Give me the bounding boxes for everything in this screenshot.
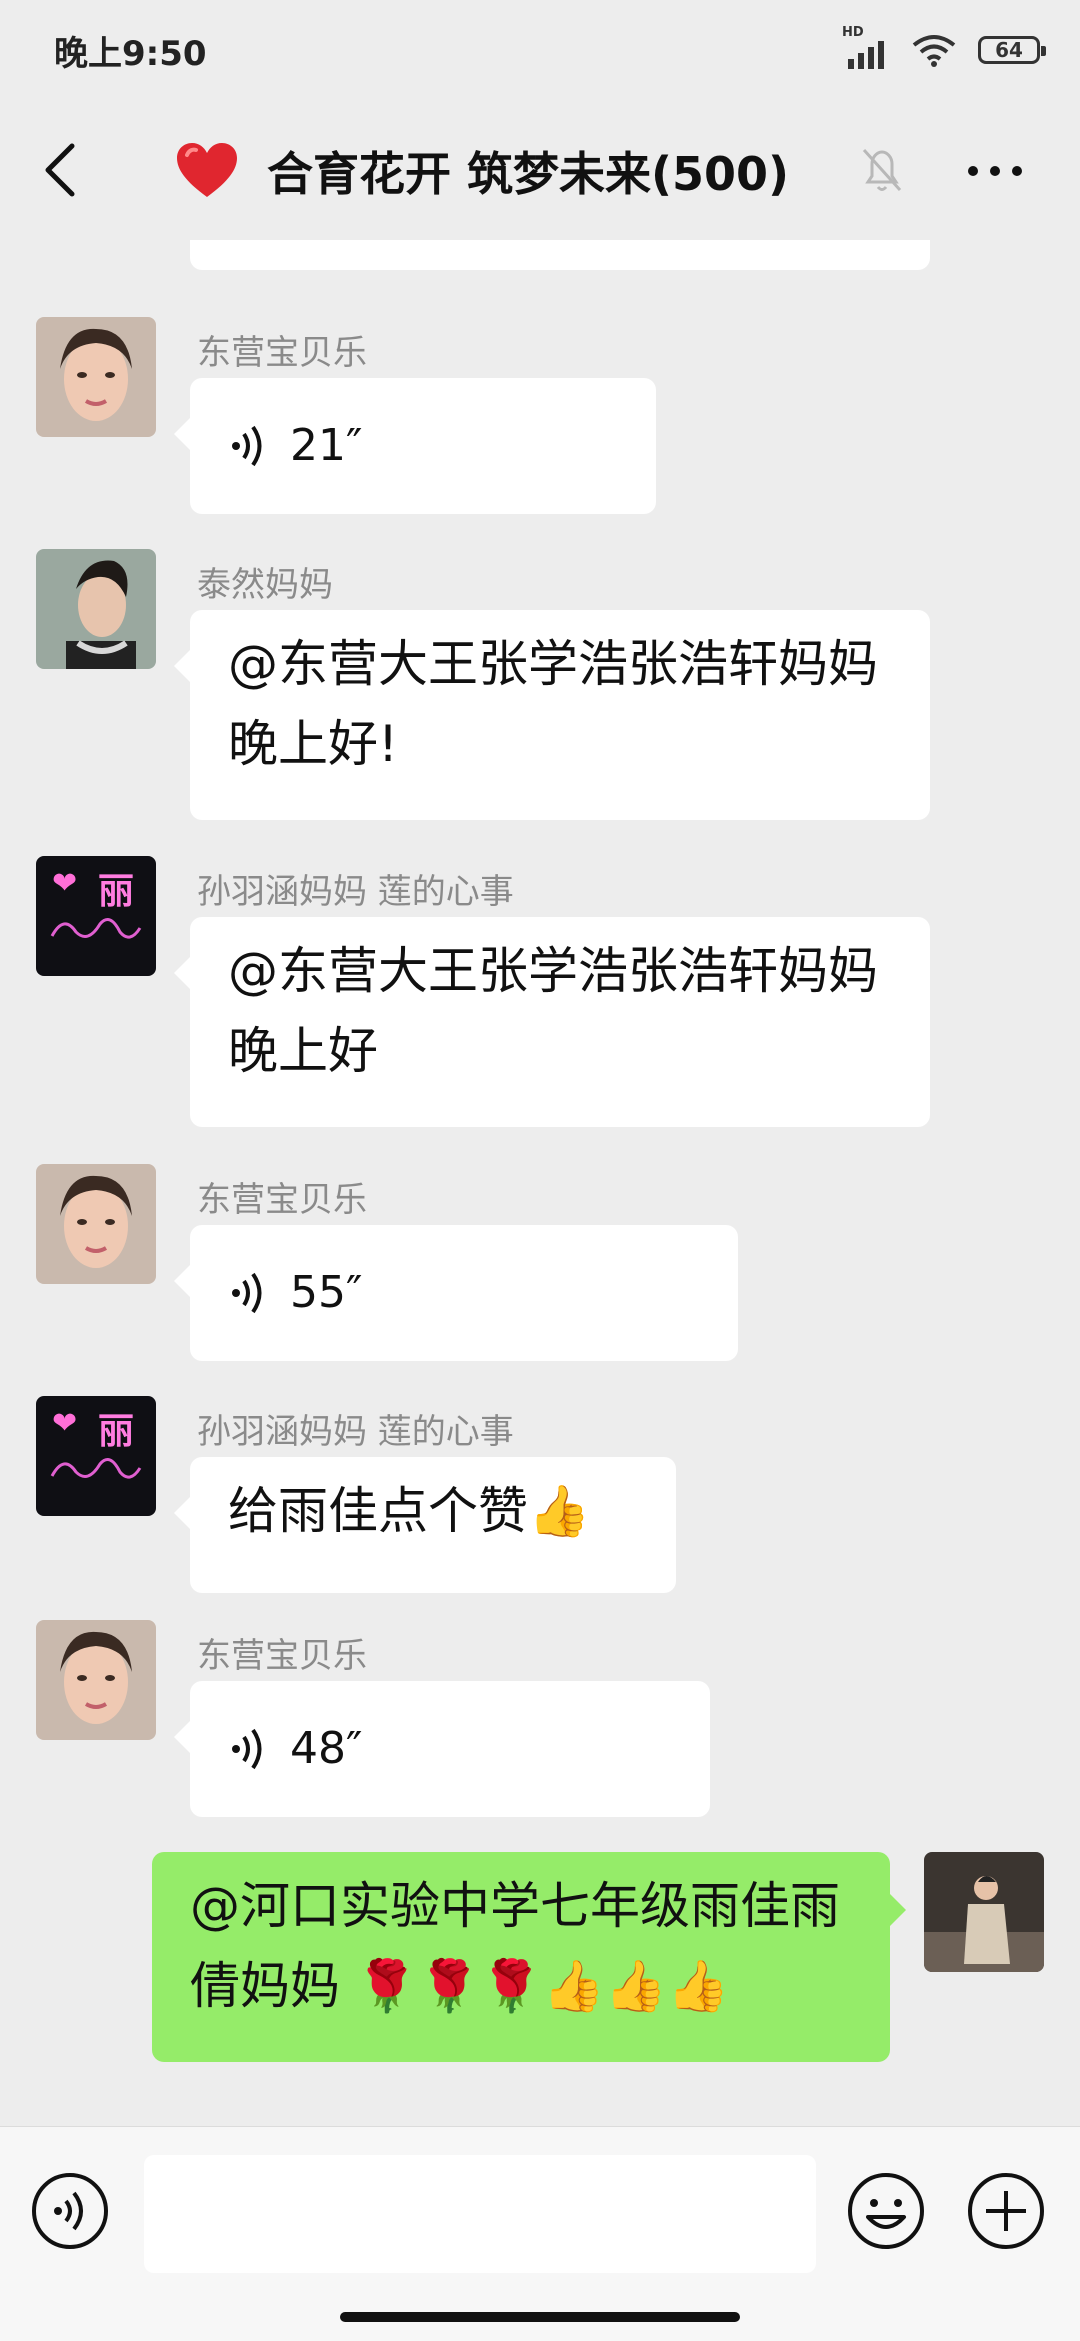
avatar-tairan-mama[interactable] [36, 549, 156, 669]
more-options-icon[interactable] [965, 156, 1025, 186]
avatar-sun-yuhan-mama[interactable]: ❤ 丽 [36, 1396, 156, 1516]
message-bubble-partial[interactable] [190, 240, 930, 270]
signal-icon: HD [842, 25, 890, 71]
status-time: 晚上9:50 [54, 33, 207, 74]
home-indicator[interactable] [340, 2312, 740, 2322]
back-arrow-icon[interactable] [38, 140, 82, 200]
text-message-bubble[interactable]: 给雨佳点个赞👍 [174, 1457, 676, 1593]
voice-message-bubble[interactable]: 48″ [174, 1681, 710, 1817]
avatar-self[interactable] [924, 1852, 1044, 1972]
chat-input-bar [0, 2126, 1080, 2341]
plus-button-icon[interactable] [966, 2171, 1046, 2251]
avatar-sun-yuhan-mama[interactable]: ❤ 丽 [36, 856, 156, 976]
voice-wave-icon [232, 425, 262, 467]
battery-level: 64 [995, 38, 1023, 62]
sender-name: 东营宝贝乐 [197, 1180, 367, 1220]
sender-name: 孙羽涵妈妈 莲的心事 [197, 1412, 514, 1452]
voice-duration: 21″ [290, 420, 363, 471]
avatar-dongying-baobeile[interactable] [36, 1164, 156, 1284]
message-text: @东营大王张学浩张浩轩妈妈 晚上好 [228, 942, 878, 1080]
sender-name: 东营宝贝乐 [197, 1636, 367, 1676]
message-text: @河口实验中学七年级雨佳雨倩妈妈 🌹🌹🌹👍👍👍 [190, 1877, 840, 2015]
avatar-dongying-baobeile[interactable] [36, 1620, 156, 1740]
emoji-button-icon[interactable] [846, 2171, 926, 2251]
message-input[interactable] [144, 2155, 816, 2273]
chat-title: 合育花开 筑梦未来(500) [267, 147, 790, 201]
voice-input-button-icon[interactable] [30, 2171, 110, 2251]
sender-name: 孙羽涵妈妈 莲的心事 [197, 872, 514, 912]
sender-name: 泰然妈妈 [197, 565, 333, 605]
status-bar: 晚上9:50 HD 64 [0, 0, 1080, 100]
network-label: HD [842, 25, 864, 40]
avatar-char: 丽 [98, 871, 135, 912]
message-text: 给雨佳点个赞👍 [228, 1482, 591, 1540]
battery-icon: 64 [978, 36, 1046, 64]
status-icons: HD 64 [842, 25, 1046, 71]
chat-message-list[interactable]: 东营宝贝乐 21″ 泰然妈妈 @东营大王张学浩张浩轩妈妈 晚上好! ❤ 丽 孙羽… [0, 240, 1080, 2126]
avatar-dongying-baobeile[interactable] [36, 317, 156, 437]
voice-message-bubble[interactable]: 21″ [174, 378, 656, 514]
avatar-heart-glyph: ❤ [52, 1406, 78, 1441]
avatar-heart-glyph: ❤ [52, 866, 78, 901]
avatar-char: 丽 [98, 1411, 135, 1452]
wifi-icon [912, 35, 956, 67]
voice-wave-icon [232, 1728, 262, 1770]
voice-wave-icon [232, 1272, 262, 1314]
message-text: @东营大王张学浩张浩轩妈妈 晚上好! [228, 635, 878, 773]
heart-icon [177, 143, 237, 197]
chat-title-area[interactable]: 合育花开 筑梦未来(500) [175, 136, 789, 206]
mute-bell-icon [862, 148, 902, 192]
text-message-bubble[interactable]: @东营大王张学浩张浩轩妈妈 晚上好 [174, 917, 930, 1127]
text-message-bubble[interactable]: @东营大王张学浩张浩轩妈妈 晚上好! [174, 610, 930, 820]
sender-name: 东营宝贝乐 [197, 333, 367, 373]
self-message-bubble[interactable]: @河口实验中学七年级雨佳雨倩妈妈 🌹🌹🌹👍👍👍 [152, 1852, 906, 2062]
voice-message-bubble[interactable]: 55″ [174, 1225, 738, 1361]
voice-duration: 55″ [290, 1267, 363, 1318]
chat-header: 合育花开 筑梦未来(500) [0, 100, 1080, 240]
voice-duration: 48″ [290, 1723, 363, 1774]
